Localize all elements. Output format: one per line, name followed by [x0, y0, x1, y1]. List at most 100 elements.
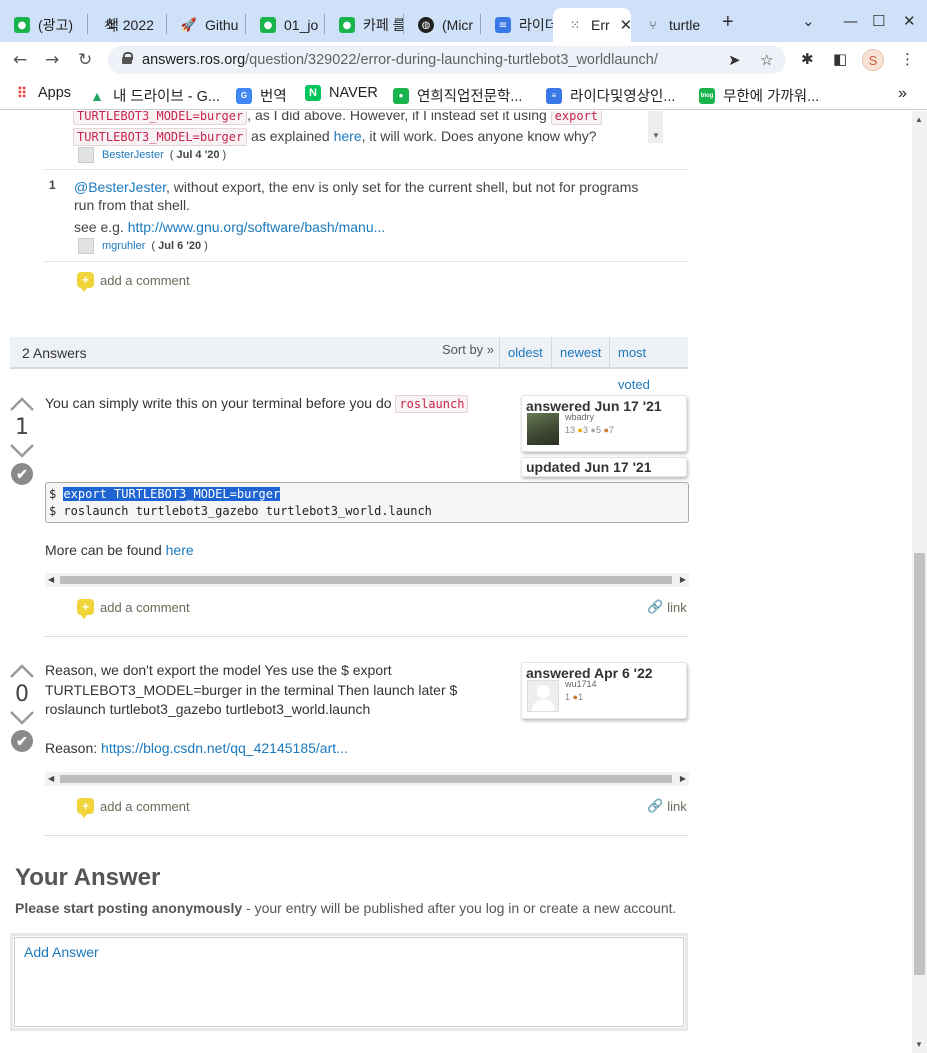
- send-tab-icon[interactable]: ➤: [728, 51, 741, 69]
- bookmark-apps[interactable]: ⠿ Apps: [14, 85, 71, 102]
- bookmark-translate[interactable]: G 번역: [236, 85, 287, 106]
- tab-label: Err: [591, 17, 610, 33]
- avatar: [78, 147, 94, 163]
- vote-count: 0: [15, 682, 29, 707]
- minimize-icon[interactable]: —: [843, 12, 858, 30]
- code-block: $ export TURTLEBOT3_MODEL=burger $ rosla…: [45, 482, 689, 523]
- page-scrollbar[interactable]: ▲ ▼: [912, 111, 927, 1053]
- sort-oldest[interactable]: oldest: [499, 337, 551, 369]
- sort-newest[interactable]: newest: [551, 337, 609, 369]
- bookmark-blog[interactable]: blog 무한에 가까워...: [699, 85, 819, 106]
- comment-link[interactable]: here: [334, 128, 362, 144]
- tab-label: 라이더: [519, 17, 553, 33]
- reload-icon[interactable]: ↻: [78, 50, 92, 70]
- add-comment-icon: +: [77, 599, 94, 619]
- here-link[interactable]: here: [166, 542, 194, 558]
- profile-avatar[interactable]: S: [862, 49, 884, 71]
- tab-lidar[interactable]: ≡ 라이더: [481, 8, 553, 42]
- drive-icon: ▲: [90, 87, 104, 104]
- answer-user-link[interactable]: wu1714: [565, 679, 597, 689]
- add-comment-link[interactable]: + add a comment: [77, 798, 190, 818]
- add-comment-icon: +: [77, 798, 94, 818]
- bookmark-lidar[interactable]: ≡ 라이다및영상인...: [546, 85, 675, 106]
- comment-text: @BesterJester, without export, the env i…: [74, 179, 639, 213]
- upvote-button[interactable]: [10, 664, 34, 678]
- tab-book[interactable]: 책 책 2022: [88, 8, 166, 42]
- tab-micro[interactable]: ◍ (Micr: [404, 8, 480, 42]
- answered-card: answered Apr 6 '22 wu1714 1 ●1: [521, 662, 687, 719]
- tab-error-active[interactable]: ⁙ Err ✕: [553, 8, 631, 42]
- close-window-icon[interactable]: ✕: [903, 12, 916, 30]
- link-icon: 🔗: [647, 599, 664, 614]
- tab-01jo[interactable]: ● 01_jo: [246, 8, 324, 42]
- naver-green-icon: ●: [393, 87, 409, 104]
- add-comment-link[interactable]: + add a comment: [77, 599, 190, 619]
- bookmark-drive[interactable]: ▲ 내 드라이브 - G...: [89, 85, 220, 106]
- tab-label: 01_jo: [284, 17, 319, 33]
- close-tab-icon[interactable]: ✕: [620, 16, 631, 34]
- rocket-icon: 🚀: [180, 17, 198, 33]
- avatar: [78, 238, 94, 254]
- answer-more: More can be found here: [45, 542, 194, 558]
- add-answer-placeholder: Add Answer: [24, 944, 99, 960]
- tab-label: Githu: [205, 17, 239, 33]
- tab-turtle[interactable]: ⑂ turtle: [631, 8, 709, 42]
- side-panel-icon[interactable]: ◧: [833, 50, 847, 68]
- mention-link[interactable]: @BesterJester: [74, 179, 166, 195]
- sort-most-voted[interactable]: most voted: [609, 337, 688, 392]
- answer-user-link[interactable]: wbadry: [565, 412, 594, 422]
- comment-item: TURTLEBOT3_MODEL=burger, as I did above.…: [44, 111, 688, 170]
- comment-text: TURTLEBOT3_MODEL=burger, as I did above.…: [73, 111, 633, 147]
- tab-github[interactable]: 🚀 Githu: [167, 8, 245, 42]
- maximize-icon[interactable]: ☐: [872, 12, 885, 30]
- add-comment-link[interactable]: + add a comment: [77, 272, 190, 292]
- answers-header: 2 Answers Sort by » oldest newest most v…: [10, 337, 688, 392]
- upvote-button[interactable]: [10, 397, 34, 411]
- naver-green-icon: ●: [14, 17, 30, 33]
- permalink[interactable]: 🔗 link: [647, 599, 687, 615]
- answered-card: answered Jun 17 '21 wbadry 13 ●3 ●5 ●7: [521, 395, 687, 452]
- answer-editor[interactable]: Add Answer: [10, 933, 688, 1031]
- tab-cafe[interactable]: ● 카페 를: [325, 8, 403, 42]
- accept-check-icon[interactable]: ✔: [11, 730, 33, 752]
- anonymous-posting-note: Please start posting anonymously - your …: [15, 900, 677, 916]
- answer-reason: Reason: https://blog.csdn.net/qq_4214518…: [45, 740, 348, 756]
- answer-body: Reason, we don't export the model Yes us…: [45, 662, 458, 717]
- bookmark-star-icon[interactable]: ☆: [760, 51, 773, 69]
- scrollbar-thumb[interactable]: [914, 553, 925, 975]
- csdn-link[interactable]: https://blog.csdn.net/qq_42145185/art...: [101, 740, 348, 756]
- tab-label: (Micr: [442, 17, 474, 33]
- comment-user-link[interactable]: mgruhler: [102, 240, 145, 252]
- answer-divider: [44, 835, 689, 836]
- horizontal-scrollbar[interactable]: ◀ ▶: [45, 573, 689, 587]
- tab-search-icon[interactable]: ⌄: [802, 12, 815, 30]
- comment-scrollbar[interactable]: ▼: [648, 111, 663, 143]
- horizontal-scrollbar[interactable]: ◀ ▶: [45, 772, 689, 786]
- tab-ad[interactable]: ● (광고): [0, 8, 86, 42]
- gnu-bash-link[interactable]: http://www.gnu.org/software/bash/manu...: [128, 219, 386, 235]
- docs-icon: ≡: [495, 17, 511, 33]
- sort-by-label: Sort by »: [442, 342, 495, 357]
- bookmark-naver[interactable]: N NAVER: [305, 85, 378, 101]
- menu-kebab-icon[interactable]: ⋮: [900, 50, 915, 68]
- naver-green-icon: ●: [260, 17, 276, 33]
- docs-icon: ≡: [546, 87, 562, 104]
- ros-dots-icon: ⁙: [569, 18, 581, 32]
- accept-check-icon[interactable]: ✔: [11, 463, 33, 485]
- vote-count: 1: [15, 415, 29, 440]
- comment-user-link[interactable]: BesterJester: [102, 149, 164, 161]
- back-icon[interactable]: ←: [13, 50, 27, 70]
- bookmarks-overflow-icon[interactable]: »: [898, 85, 907, 103]
- address-bar[interactable]: answers.ros.org/question/329022/error-du…: [108, 46, 786, 74]
- lock-icon: [122, 52, 133, 64]
- updated-card: updated Jun 17 '21: [521, 457, 687, 477]
- downvote-button[interactable]: [10, 444, 34, 458]
- bookmark-yonhee[interactable]: ● 연희직업전문학...: [393, 85, 522, 106]
- extensions-icon[interactable]: ✱: [801, 50, 814, 68]
- permalink[interactable]: 🔗 link: [647, 798, 687, 814]
- new-tab-button[interactable]: +: [722, 11, 734, 34]
- your-answer-heading: Your Answer: [15, 864, 161, 891]
- url-text[interactable]: answers.ros.org/question/329022/error-du…: [142, 52, 658, 68]
- downvote-button[interactable]: [10, 711, 34, 725]
- forward-icon[interactable]: →: [45, 50, 59, 70]
